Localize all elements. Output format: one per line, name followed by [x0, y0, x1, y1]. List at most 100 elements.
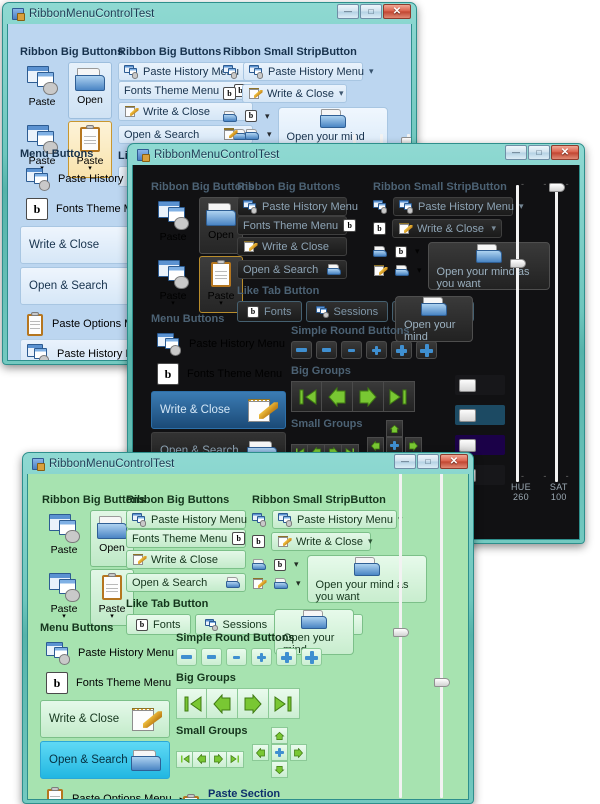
big-button-paste-split[interactable]: Paste ▾ — [42, 569, 86, 626]
plus-button-3[interactable] — [416, 341, 437, 359]
minus-button-3[interactable] — [341, 341, 362, 359]
minus-button-2[interactable] — [316, 341, 337, 359]
left-arrow-button[interactable] — [252, 744, 269, 761]
list-item-button[interactable] — [459, 408, 476, 422]
slider-sat-green[interactable] — [434, 474, 450, 798]
last-arrow-button-small[interactable] — [227, 750, 244, 768]
minus-button-2[interactable] — [201, 648, 222, 666]
slider-bank-green[interactable] — [393, 474, 468, 798]
fonts-icon[interactable]: b — [373, 222, 386, 235]
chevron-down-icon[interactable]: ▾ — [265, 111, 270, 122]
big-button-paste[interactable]: Paste — [20, 62, 64, 119]
paste-icon[interactable] — [223, 65, 238, 79]
titlebar-blue[interactable]: RibbonMenuControlTest — □ ✕ — [7, 3, 412, 24]
strip-paste-history-menu[interactable]: Paste History Menu ▾ — [272, 510, 403, 529]
forward-arrow-button-small[interactable] — [210, 750, 227, 768]
chevron-down-icon[interactable]: ▾ — [62, 613, 66, 620]
pencil-icon[interactable] — [252, 577, 267, 590]
slider-hue-group[interactable]: HUE 260 — [510, 185, 531, 502]
back-arrow-button-small[interactable] — [193, 750, 210, 768]
list-item-button[interactable] — [459, 378, 476, 392]
menu-button-open-search[interactable]: Open & Search — [40, 741, 170, 779]
chevron-down-icon[interactable]: ▾ — [171, 300, 175, 307]
chevron-down-icon[interactable]: ▾ — [417, 265, 422, 276]
chevron-down-icon[interactable]: ▾ — [294, 559, 299, 570]
back-arrow-button[interactable] — [207, 688, 238, 719]
list-item[interactable] — [455, 405, 505, 425]
menu-item-fonts-theme[interactable]: b Fonts Theme Menu — [40, 668, 171, 698]
plus-button-1[interactable] — [251, 648, 272, 666]
slider-bank-dark[interactable]: HUE 260 SAT 100 BRI 33 — [510, 183, 579, 502]
window-green[interactable]: RibbonMenuControlTest — □ ✕ Ribbon Big B… — [22, 452, 474, 804]
last-arrow-button[interactable] — [384, 381, 415, 412]
folder-icon[interactable] — [274, 578, 288, 590]
row-paste-history-menu[interactable]: Paste History Menu — [126, 510, 247, 529]
plus-button-1[interactable] — [366, 341, 387, 359]
button-write-close[interactable]: Write & Close — [126, 550, 246, 569]
menu-button-write-close[interactable]: Write & Close — [40, 700, 170, 738]
big-button-paste[interactable]: Paste — [151, 197, 195, 254]
button-write-close[interactable]: Write & Close — [237, 237, 347, 256]
up-arrow-button[interactable] — [386, 420, 403, 437]
fonts-icon[interactable]: b — [245, 110, 257, 122]
folder-icon[interactable] — [373, 246, 387, 258]
strip-write-close[interactable]: Write & Close ▾ — [271, 532, 373, 551]
forward-arrow-button[interactable] — [238, 688, 269, 719]
folder-icon[interactable] — [252, 559, 266, 571]
fonts-icon[interactable]: b — [223, 87, 236, 100]
window-controls[interactable]: — □ ✕ — [505, 145, 579, 160]
maximize-button[interactable]: □ — [528, 145, 550, 160]
paste-icon[interactable] — [252, 513, 267, 527]
minimize-button[interactable]: — — [505, 145, 527, 160]
fonts-icon[interactable]: b — [252, 535, 265, 548]
maximize-button[interactable]: □ — [360, 4, 382, 19]
minimize-button[interactable]: — — [337, 4, 359, 19]
slider-hue-green[interactable] — [393, 474, 409, 798]
folder-icon[interactable] — [223, 110, 237, 122]
row-fonts-theme-menu[interactable]: Fonts Theme Menu b — [126, 529, 246, 548]
fonts-icon[interactable]: b — [395, 245, 407, 258]
slider-sat-group[interactable]: SAT 100 — [548, 183, 568, 502]
plus-button-3[interactable] — [301, 648, 322, 666]
plus-button-2[interactable] — [276, 648, 297, 666]
button-open-search[interactable]: Open & Search — [126, 573, 246, 592]
menu-item-paste-section[interactable]: Paste Section Paste Options menu where y… — [176, 787, 351, 799]
menu-item-paste-history[interactable]: Paste History Menu — [40, 638, 174, 668]
chevron-down-icon[interactable]: ▾ — [369, 66, 374, 77]
chevron-down-icon[interactable]: ▾ — [296, 578, 301, 589]
minus-button-1[interactable] — [291, 341, 312, 359]
right-arrow-button[interactable] — [290, 744, 307, 761]
fonts-icon[interactable]: b — [274, 558, 286, 571]
first-arrow-button-small[interactable] — [176, 750, 193, 768]
chevron-down-icon[interactable]: ▾ — [339, 88, 344, 99]
chevron-down-icon[interactable]: ▾ — [267, 129, 272, 140]
window-controls[interactable]: — □ ✕ — [394, 454, 468, 469]
menu-item-paste-options[interactable]: Paste Options Menu ▸ — [40, 784, 184, 799]
center-plus-button[interactable] — [271, 744, 288, 761]
row-fonts-theme-menu[interactable]: Fonts Theme Menu b — [237, 216, 357, 235]
back-arrow-button[interactable] — [322, 381, 353, 412]
pencil-icon[interactable] — [373, 264, 388, 277]
strip-paste-history-menu[interactable]: Paste History Menu ▾ — [393, 197, 524, 216]
chevron-down-icon[interactable]: ▾ — [415, 246, 420, 257]
menu-button-write-close[interactable]: Write & Close — [151, 391, 286, 429]
strip-write-close[interactable]: Write & Close ▾ — [242, 84, 347, 103]
strip-write-close[interactable]: Write & Close ▾ — [392, 219, 502, 238]
slider-sat[interactable] — [548, 183, 565, 482]
strip-paste-history-menu[interactable]: Paste History Menu ▾ — [243, 62, 374, 81]
minimize-button[interactable]: — — [394, 454, 416, 469]
last-arrow-button[interactable] — [269, 688, 300, 719]
chevron-down-icon[interactable]: ▾ — [368, 536, 373, 547]
big-button-paste[interactable]: Paste — [42, 510, 86, 567]
small-group-navigation[interactable] — [176, 750, 244, 768]
paste-icon[interactable] — [373, 200, 388, 214]
pencil-icon[interactable] — [223, 128, 238, 141]
forward-arrow-button[interactable] — [353, 381, 384, 412]
button-open-search[interactable]: Open & Search — [237, 260, 347, 279]
big-button-open[interactable]: Open — [68, 62, 112, 119]
menu-item-fonts-theme[interactable]: b Fonts Theme Menu — [151, 359, 286, 389]
chevron-down-icon[interactable]: ▾ — [110, 613, 114, 620]
first-arrow-button[interactable] — [176, 688, 207, 719]
menu-item-paste-history[interactable]: Paste History Menu — [151, 329, 286, 359]
big-group-navigation[interactable] — [176, 688, 351, 719]
